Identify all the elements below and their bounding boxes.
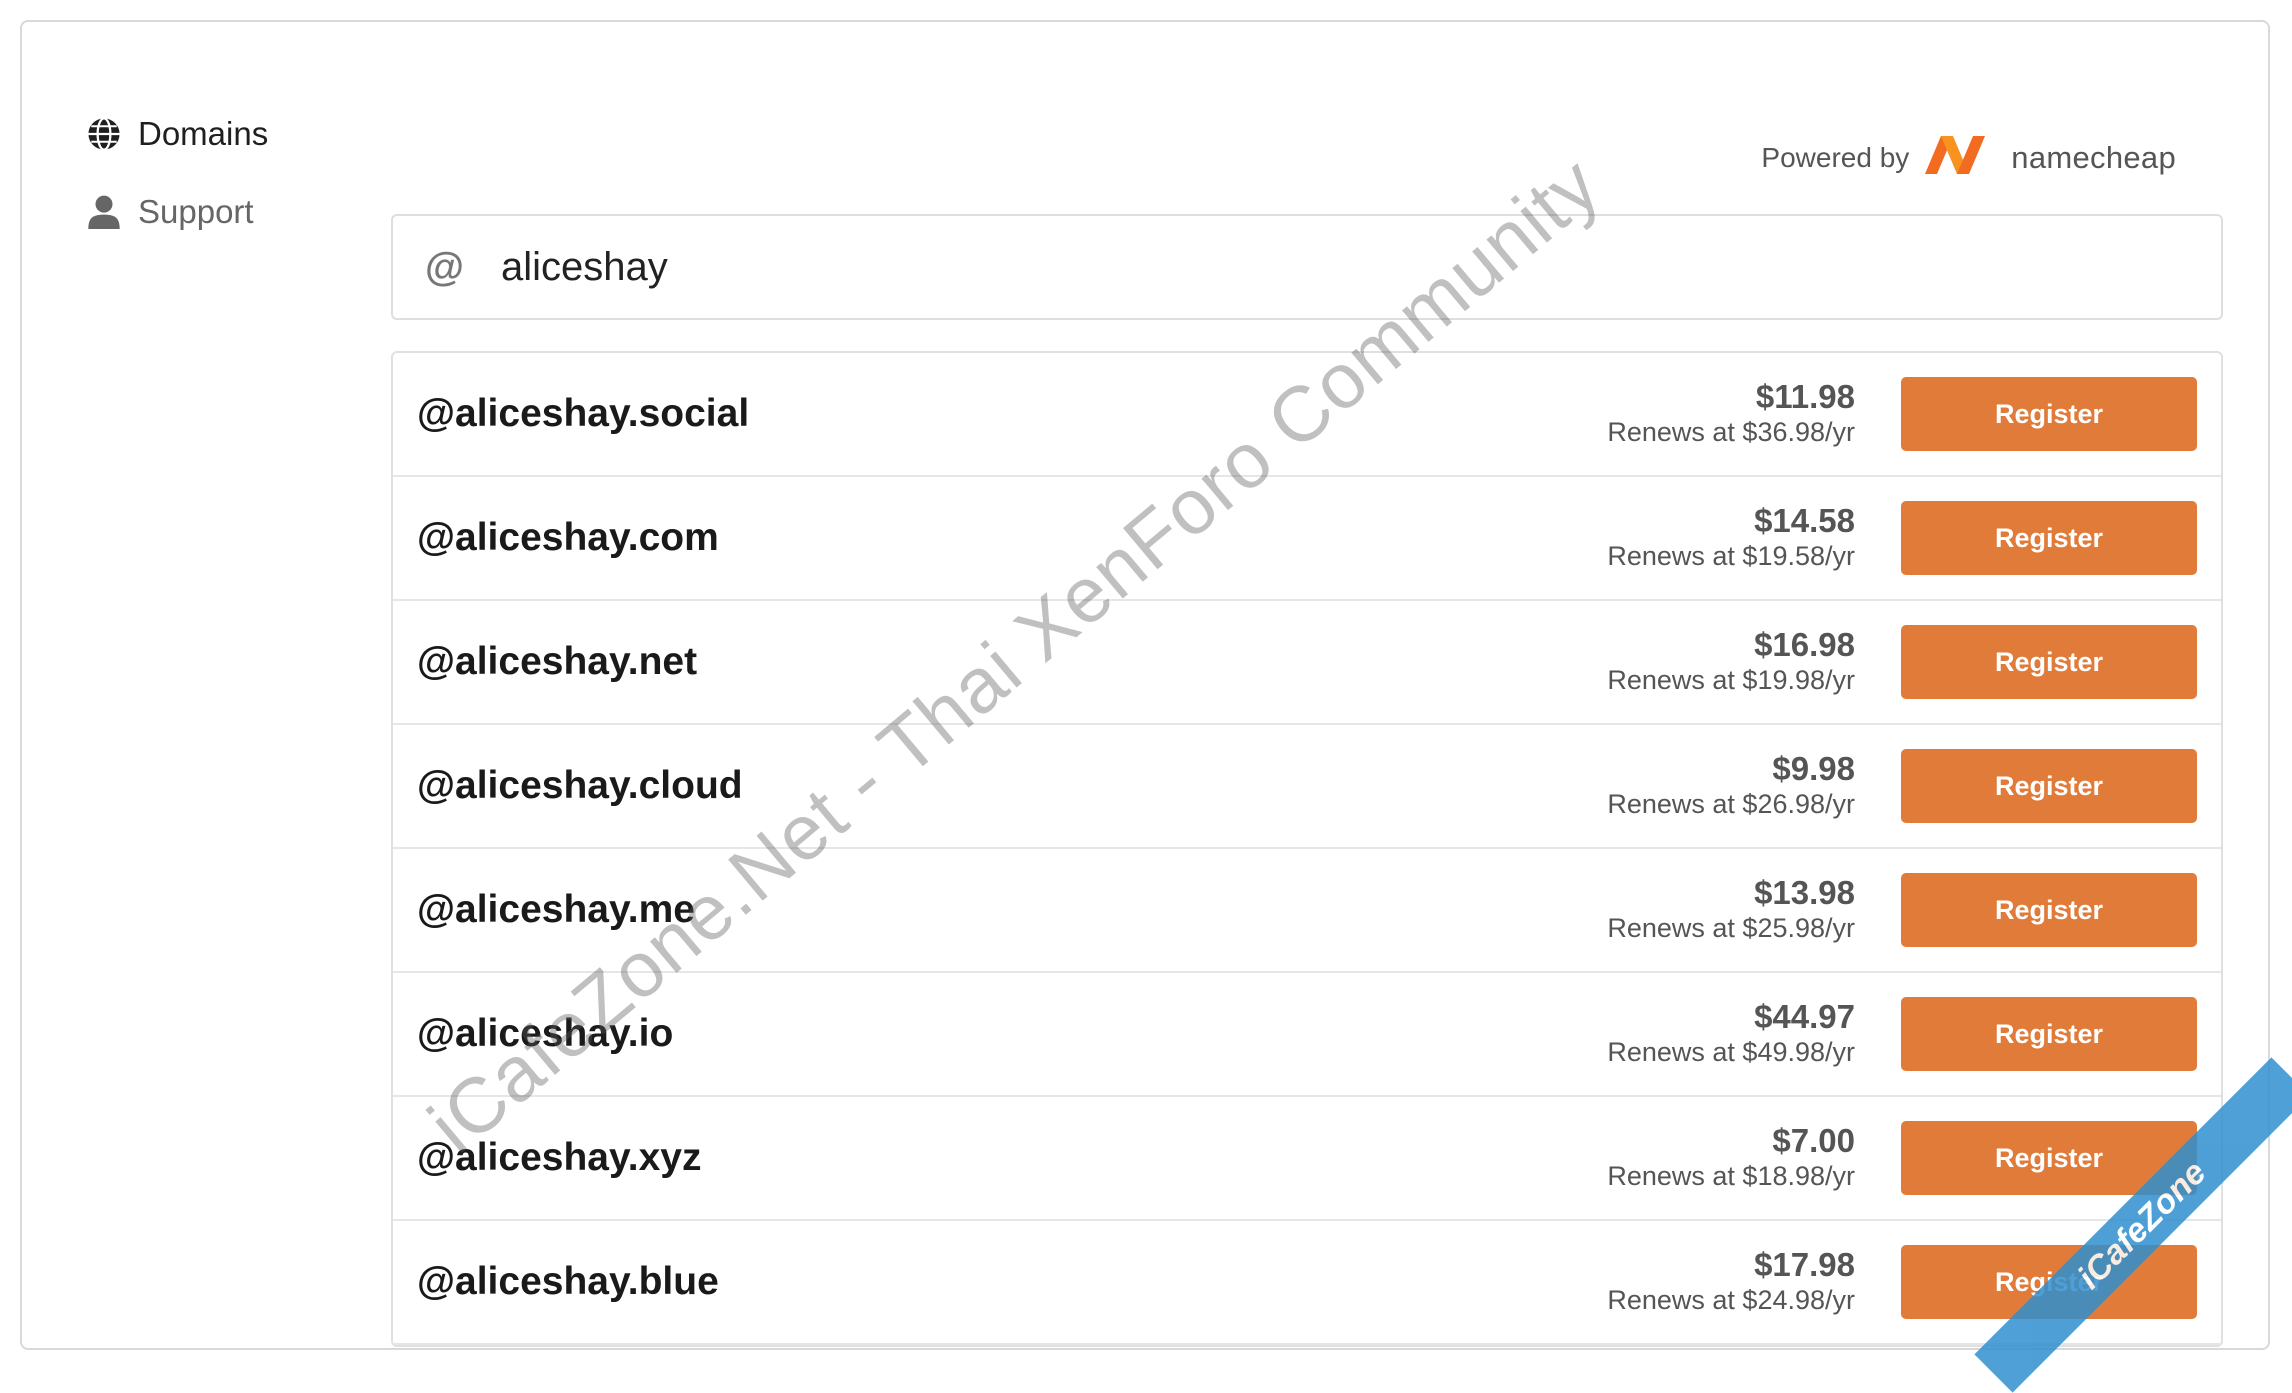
list-item: @aliceshay.io $44.97 Renews at $49.98/yr… bbox=[393, 973, 2221, 1097]
domain-search[interactable]: @ bbox=[391, 214, 2223, 320]
price: $17.98 bbox=[1607, 1247, 1855, 1283]
renewal-price: Renews at $18.98/yr bbox=[1607, 1159, 1855, 1193]
list-item: @aliceshay.com $14.58 Renews at $19.58/y… bbox=[393, 477, 2221, 601]
app-frame: Domains Support Powered by namecheap @ bbox=[20, 20, 2270, 1350]
register-button[interactable]: Register bbox=[1901, 873, 2197, 947]
price: $44.97 bbox=[1607, 999, 1855, 1035]
renewal-price: Renews at $49.98/yr bbox=[1607, 1035, 1855, 1069]
search-input[interactable] bbox=[499, 244, 2103, 291]
list-item: @aliceshay.blue $17.98 Renews at $24.98/… bbox=[393, 1221, 2221, 1345]
price-block: $11.98 Renews at $36.98/yr bbox=[1607, 379, 1855, 449]
sidebar-item-label: Support bbox=[138, 193, 254, 231]
at-icon: @ bbox=[425, 245, 469, 290]
price-block: $44.97 Renews at $49.98/yr bbox=[1607, 999, 1855, 1069]
sidebar-item-label: Domains bbox=[138, 115, 268, 153]
register-button[interactable]: Register bbox=[1901, 501, 2197, 575]
renewal-price: Renews at $19.58/yr bbox=[1607, 539, 1855, 573]
price: $7.00 bbox=[1607, 1123, 1855, 1159]
price-block: $17.98 Renews at $24.98/yr bbox=[1607, 1247, 1855, 1317]
list-item: @aliceshay.net $16.98 Renews at $19.98/y… bbox=[393, 601, 2221, 725]
domain-name: @aliceshay.me bbox=[417, 888, 695, 932]
price: $11.98 bbox=[1607, 379, 1855, 415]
renewal-price: Renews at $19.98/yr bbox=[1607, 663, 1855, 697]
globe-icon bbox=[86, 116, 122, 152]
register-button[interactable]: Register bbox=[1901, 1245, 2197, 1319]
namecheap-logo-icon bbox=[1921, 130, 2001, 185]
namecheap-brand: namecheap bbox=[2011, 140, 2176, 176]
price: $16.98 bbox=[1607, 627, 1855, 663]
register-button[interactable]: Register bbox=[1901, 997, 2197, 1071]
price: $14.58 bbox=[1607, 503, 1855, 539]
sidebar: Domains Support bbox=[86, 110, 346, 266]
price-block: $9.98 Renews at $26.98/yr bbox=[1607, 751, 1855, 821]
sidebar-item-domains[interactable]: Domains bbox=[86, 110, 346, 158]
register-button[interactable]: Register bbox=[1901, 749, 2197, 823]
renewal-price: Renews at $36.98/yr bbox=[1607, 415, 1855, 449]
domain-name: @aliceshay.xyz bbox=[417, 1136, 701, 1180]
results-list: @aliceshay.social $11.98 Renews at $36.9… bbox=[391, 351, 2223, 1347]
price-block: $14.58 Renews at $19.58/yr bbox=[1607, 503, 1855, 573]
list-item: @aliceshay.xyz $7.00 Renews at $18.98/yr… bbox=[393, 1097, 2221, 1221]
domain-name: @aliceshay.blue bbox=[417, 1260, 719, 1304]
domain-name: @aliceshay.io bbox=[417, 1012, 673, 1056]
register-button[interactable]: Register bbox=[1901, 625, 2197, 699]
register-button[interactable]: Register bbox=[1901, 377, 2197, 451]
sidebar-item-support[interactable]: Support bbox=[86, 188, 346, 236]
person-icon bbox=[86, 194, 122, 230]
domain-name: @aliceshay.social bbox=[417, 392, 749, 436]
domain-name: @aliceshay.net bbox=[417, 640, 697, 684]
list-item: @aliceshay.social $11.98 Renews at $36.9… bbox=[393, 353, 2221, 477]
powered-by: Powered by namecheap bbox=[1761, 130, 2176, 185]
price: $9.98 bbox=[1607, 751, 1855, 787]
price-block: $13.98 Renews at $25.98/yr bbox=[1607, 875, 1855, 945]
list-item: @aliceshay.cloud $9.98 Renews at $26.98/… bbox=[393, 725, 2221, 849]
price-block: $7.00 Renews at $18.98/yr bbox=[1607, 1123, 1855, 1193]
domain-name: @aliceshay.com bbox=[417, 516, 719, 560]
price-block: $16.98 Renews at $19.98/yr bbox=[1607, 627, 1855, 697]
register-button[interactable]: Register bbox=[1901, 1121, 2197, 1195]
domain-name: @aliceshay.cloud bbox=[417, 764, 743, 808]
price: $13.98 bbox=[1607, 875, 1855, 911]
renewal-price: Renews at $26.98/yr bbox=[1607, 787, 1855, 821]
powered-by-label: Powered by bbox=[1761, 142, 1909, 174]
renewal-price: Renews at $25.98/yr bbox=[1607, 911, 1855, 945]
list-item: @aliceshay.me $13.98 Renews at $25.98/yr… bbox=[393, 849, 2221, 973]
